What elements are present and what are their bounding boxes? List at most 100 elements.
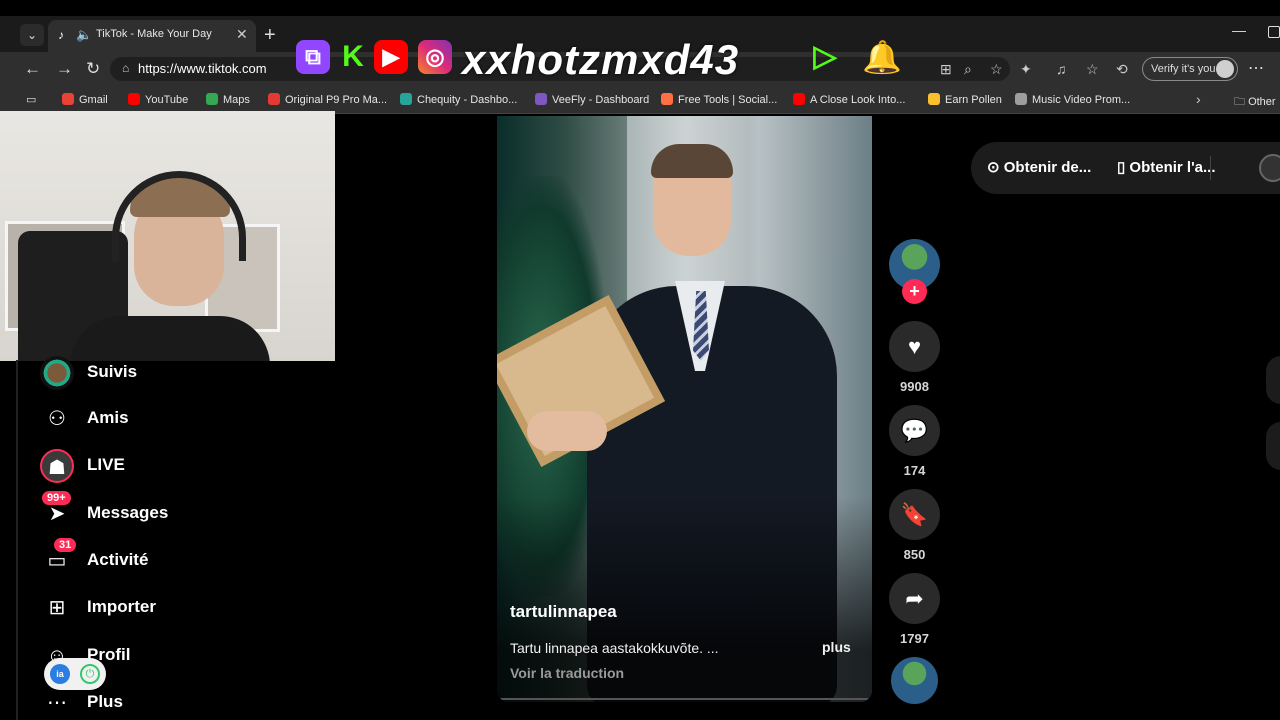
favorite-star-icon[interactable]: ☆ (990, 61, 1003, 78)
bookmark-favicon-icon (1015, 93, 1027, 105)
power-icon[interactable]: ⏻ (80, 664, 100, 684)
next-video-button[interactable] (1266, 422, 1280, 470)
divider (1210, 156, 1211, 180)
extension-pill-widget[interactable]: ia ⏻ (44, 658, 106, 690)
share-icon: ➦ (905, 586, 924, 611)
profile-avatar[interactable] (1259, 154, 1280, 182)
more-options-icon[interactable]: ⋯ (1248, 58, 1264, 78)
bookmark-label: Chequity - Dashbo... (417, 94, 518, 106)
bookmark-item[interactable]: Original P9 Pro Ma... (268, 93, 387, 106)
avatar (40, 356, 74, 390)
comment-icon: 💬 (900, 418, 929, 443)
translate-link[interactable]: Voir la traduction (510, 665, 624, 681)
get-mobile-app-button[interactable]: ▯ Obtenir l'a... (1117, 158, 1216, 176)
upload-icon: ⊞ (48, 597, 66, 619)
bookmark-item[interactable]: YouTube (128, 93, 188, 106)
streamer-body (70, 316, 270, 361)
tab-bar-top-edge (0, 0, 1280, 16)
youtube-icon: ▶ (374, 40, 408, 74)
like-count: 9908 (900, 379, 929, 394)
sidebar-item-label: Importer (87, 597, 156, 616)
friends-icon: ⚇ (48, 408, 66, 430)
bookmark-favicon-icon (206, 93, 218, 105)
top-right-actions: ⊙ Obtenir de... ▯ Obtenir l'a... (971, 142, 1280, 194)
back-button[interactable]: ← (24, 59, 41, 79)
share-button[interactable]: ➦ (889, 573, 940, 624)
get-desktop-app-button[interactable]: ⊙ Obtenir de... (987, 158, 1091, 176)
messages-badge: 99+ (42, 491, 71, 505)
bookmark-item[interactable]: VeeFly - Dashboard (535, 93, 649, 106)
reload-button[interactable]: ↻ (86, 59, 100, 79)
bell-icon: 🔔 (862, 39, 902, 75)
share-count: 1797 (900, 631, 929, 646)
bookmark-item[interactable]: Earn Pollen (928, 93, 1002, 106)
bookmark-item[interactable]: Chequity - Dashbo... (400, 93, 517, 106)
tiktok-favicon-icon: ♪ (58, 28, 64, 42)
sound-disc-avatar[interactable] (891, 657, 938, 704)
bookmark-item[interactable]: Gmail (62, 93, 108, 106)
video-username[interactable]: tartulinnapea (510, 602, 617, 622)
browser-tab-active[interactable]: ♪ 🔈 TikTok - Make Your Day ✕ (48, 20, 256, 52)
video-progress-bar[interactable] (497, 698, 872, 700)
expand-description-button[interactable]: plus (822, 639, 851, 655)
ia-extension-icon[interactable]: ia (50, 664, 70, 684)
history-icon[interactable]: ⟲ (1116, 61, 1128, 78)
bookmark-label: A Close Look Into... (810, 94, 906, 106)
follow-plus-button[interactable]: + (902, 279, 927, 304)
bookmark-favicon-icon (928, 93, 940, 105)
more-icon: ⋯ (47, 692, 67, 714)
media-control-icon[interactable]: ♫ (1056, 61, 1067, 77)
close-icon[interactable]: ✕ (236, 26, 248, 43)
sidebar-item-label: Activité (87, 550, 149, 569)
new-tab-button[interactable]: + (264, 24, 276, 47)
overlay-handle: xxhotzmxd43 (462, 36, 740, 83)
bookmark-favicon-icon (661, 93, 673, 105)
video-description: Tartu linnapea aastakokkuvõte. ... (510, 640, 719, 656)
tab-actions-menu-button[interactable]: ⌄ (20, 24, 44, 46)
activity-badge: 31 (54, 538, 77, 552)
heart-icon: ♥ (907, 334, 922, 359)
get-app-label: Obtenir l'a... (1129, 159, 1216, 176)
verify-profile-button[interactable]: Verify it's you (1142, 57, 1238, 81)
maximize-icon[interactable] (1268, 26, 1280, 38)
save-button[interactable]: 🔖 (889, 489, 940, 540)
favorites-icon[interactable]: ☆ (1086, 61, 1099, 78)
webcam-overlay (0, 111, 335, 361)
bookmark-label: Music Video Prom... (1032, 94, 1131, 106)
minimize-icon[interactable]: — (1232, 22, 1246, 38)
other-bookmarks-label: Other (1248, 96, 1276, 108)
zoom-icon[interactable]: ⌕ (964, 61, 972, 78)
previous-video-button[interactable] (1266, 356, 1280, 404)
sidebar-item-label: Suivis (87, 362, 138, 381)
video-player[interactable]: tartulinnapea Tartu linnapea aastakokkuv… (497, 116, 872, 702)
speaker-icon[interactable]: 🔈 (76, 27, 92, 43)
tab-title: TikTok - Make Your Day (96, 28, 212, 40)
sidebar-item-label: Messages (87, 503, 169, 522)
like-button[interactable]: ♥ (889, 321, 940, 372)
comment-button[interactable]: 💬 (889, 405, 940, 456)
bookmark-item[interactable]: A Close Look Into... (793, 93, 905, 106)
rumble-icon: ▷ (813, 40, 837, 73)
kick-icon: K (342, 40, 364, 73)
bookmark-favicon-icon (400, 93, 412, 105)
url-text[interactable]: https://www.tiktok.com (138, 61, 267, 76)
forward-button[interactable]: → (56, 59, 73, 79)
other-bookmarks-folder[interactable]: 🗀 Other (1234, 93, 1276, 112)
sidebar-item-label: LIVE (87, 455, 125, 474)
apps-icon[interactable]: ⊞ (940, 61, 952, 78)
bookmark-item[interactable]: Free Tools | Social... (661, 93, 777, 106)
comment-count: 174 (903, 463, 926, 478)
sidebar-divider (16, 360, 18, 720)
bookmark-icon: 🔖 (900, 502, 929, 527)
video-person-hand (527, 411, 607, 451)
save-count: 850 (903, 547, 926, 562)
chevron-right-icon[interactable]: › (1196, 91, 1201, 107)
bookmark-item[interactable]: Maps (206, 93, 250, 106)
extensions-icon[interactable]: ✦ (1020, 61, 1032, 78)
bookmark-label: Earn Pollen (945, 94, 1002, 106)
bookmark-label: YouTube (145, 94, 189, 106)
bookmark-item[interactable]: Music Video Prom... (1015, 93, 1130, 106)
sidebar-toggle-icon[interactable]: ▭ (26, 93, 36, 106)
bookmark-label: Maps (223, 94, 250, 106)
site-info-icon[interactable]: ⌂ (122, 61, 129, 75)
